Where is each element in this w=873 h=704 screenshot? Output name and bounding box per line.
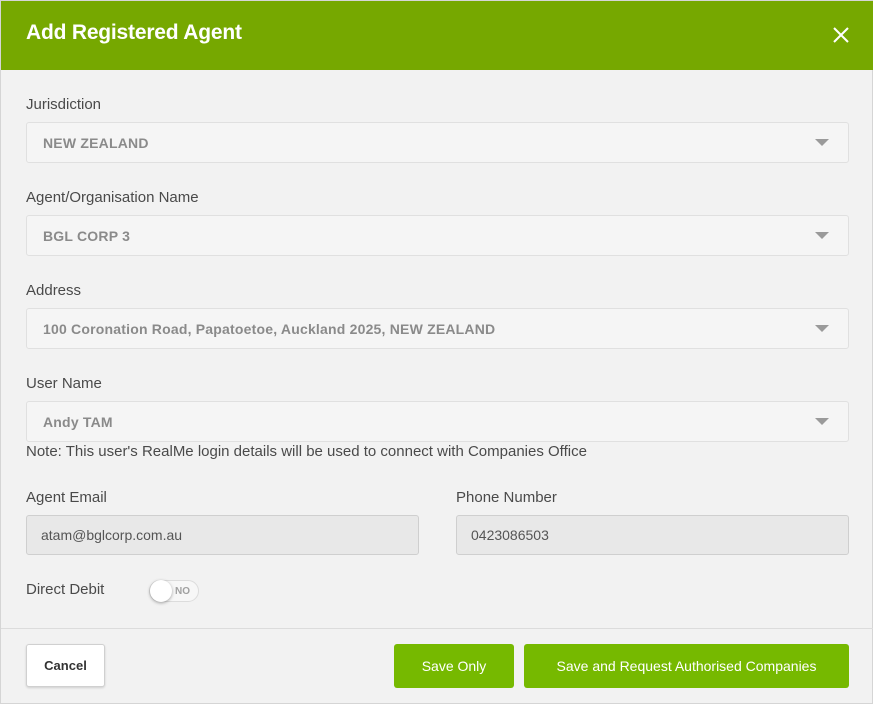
- save-and-request-button[interactable]: Save and Request Authorised Companies: [524, 644, 849, 688]
- agent-name-value: BGL CORP 3: [43, 228, 131, 244]
- phone-field[interactable]: 0423086503: [456, 515, 849, 555]
- phone-value: 0423086503: [471, 527, 549, 543]
- save-only-button[interactable]: Save Only: [394, 644, 514, 688]
- caret-down-icon: [815, 418, 829, 425]
- agent-email-label: Agent Email: [26, 489, 107, 506]
- user-name-select[interactable]: Andy TAM: [26, 401, 849, 442]
- cancel-button[interactable]: Cancel: [26, 644, 105, 687]
- jurisdiction-label: Jurisdiction: [26, 96, 102, 113]
- jurisdiction-value: NEW ZEALAND: [43, 135, 149, 151]
- toggle-knob: [150, 580, 172, 602]
- toggle-state: NO: [175, 586, 190, 597]
- agent-email-field[interactable]: atam@bglcorp.com.au: [26, 515, 419, 555]
- caret-down-icon: [815, 325, 829, 332]
- address-select[interactable]: 100 Coronation Road, Papatoetoe, Aucklan…: [26, 308, 849, 349]
- add-registered-agent-dialog: Add Registered Agent Jurisdiction NEW ZE…: [0, 0, 873, 704]
- address-value: 100 Coronation Road, Papatoetoe, Aucklan…: [43, 321, 496, 337]
- agent-email-value: atam@bglcorp.com.au: [41, 527, 183, 543]
- realme-note: Note: This user's RealMe login details w…: [26, 443, 587, 460]
- dialog-title: Add Registered Agent: [26, 21, 242, 44]
- footer-divider: [1, 628, 873, 629]
- jurisdiction-select[interactable]: NEW ZEALAND: [26, 122, 849, 163]
- agent-name-select[interactable]: BGL CORP 3: [26, 215, 849, 256]
- user-name-label: User Name: [26, 375, 102, 392]
- close-icon[interactable]: [827, 21, 855, 49]
- dialog-header: Add Registered Agent: [1, 1, 873, 70]
- agent-name-label: Agent/Organisation Name: [26, 189, 199, 206]
- direct-debit-toggle[interactable]: NO: [149, 580, 199, 602]
- caret-down-icon: [815, 232, 829, 239]
- address-label: Address: [26, 282, 82, 299]
- caret-down-icon: [815, 139, 829, 146]
- direct-debit-label: Direct Debit: [26, 581, 105, 598]
- user-name-value: Andy TAM: [43, 414, 113, 430]
- phone-label: Phone Number: [456, 489, 557, 506]
